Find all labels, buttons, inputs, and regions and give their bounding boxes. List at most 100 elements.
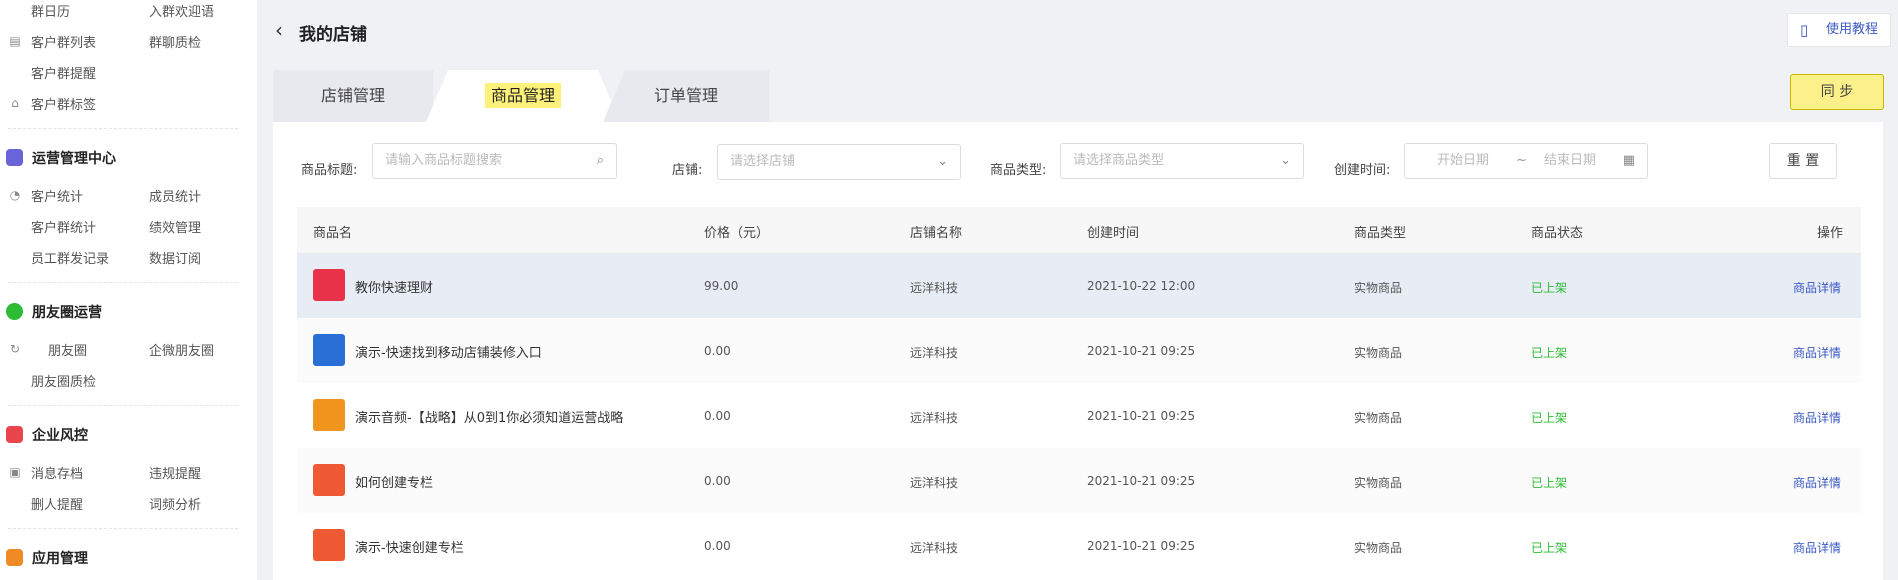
sidebar-item-group-tags[interactable]: 客户群标签 <box>31 94 96 113</box>
product-detail-link[interactable]: 商品详情 <box>1793 409 1841 426</box>
table-row[interactable]: 教你快速理财 99.00 远洋科技 2021-10-22 12:00 实物商品 已上架 商品… <box>297 253 1861 318</box>
sidebar-item-customer-stats[interactable]: 客户统计 <box>31 186 83 205</box>
tab-order-management[interactable]: 订单管理 <box>603 70 769 122</box>
product-name[interactable]: 演示-快速创建专栏 <box>355 537 464 556</box>
sidebar-item-group-reminder[interactable]: 客户群提醒 <box>31 63 96 82</box>
start-date-input[interactable]: 开始日期 <box>1437 144 1489 178</box>
sidebar-row: 员工群发记录 数据订阅 <box>0 247 257 267</box>
reset-button[interactable]: 重 置 <box>1769 143 1837 179</box>
created-time-label: 创建时间: <box>1334 163 1391 178</box>
layers-icon <box>6 549 23 566</box>
product-title-search-input[interactable]: 请输入商品标题搜索 ⌕ <box>372 143 617 179</box>
sidebar-row: ↻ 朋友圈 企微朋友圈 <box>0 339 257 359</box>
created-time: 2021-10-21 09:25 <box>1087 344 1196 358</box>
tab-label: 店铺管理 <box>320 86 385 105</box>
sidebar-item-wecom-moments[interactable]: 企微朋友圈 <box>149 340 214 359</box>
product-name[interactable]: 演示-快速找到移动店铺装修入口 <box>355 342 542 361</box>
product-thumbnail <box>313 529 345 561</box>
sidebar-item-performance[interactable]: 绩效管理 <box>149 217 201 236</box>
search-icon[interactable]: ⌕ <box>597 144 604 178</box>
product-name[interactable]: 教你快速理财 <box>355 277 433 296</box>
sidebar-section-title: 应用管理 <box>32 551 88 567</box>
back-arrow-icon[interactable]: ‹ <box>275 18 283 42</box>
sidebar-item-delete-alert[interactable]: 删人提醒 <box>31 494 83 513</box>
tutorial-label: 使用教程 <box>1826 22 1879 37</box>
sidebar-section-app-management[interactable]: 应用管理 <box>0 546 257 568</box>
col-created-time: 创建时间 <box>1087 226 1140 241</box>
sidebar-section-moments[interactable]: 朋友圈运营 <box>0 300 257 322</box>
sidebar-section-operations[interactable]: 运营管理中心 <box>0 146 257 168</box>
status-badge: 已上架 <box>1531 346 1568 360</box>
status-badge: 已上架 <box>1531 476 1568 490</box>
table-row[interactable]: 演示-快速创建专栏 0.00 远洋科技 2021-10-21 09:25 实物商品 已上架… <box>297 513 1861 578</box>
status-badge: 已上架 <box>1531 541 1568 555</box>
sidebar-section-risk-control[interactable]: 企业风控 <box>0 423 257 445</box>
placeholder: 请选择店铺 <box>730 154 796 169</box>
product-name[interactable]: 演示音频-【战略】从0到1你必须知道运营战略 <box>355 407 623 426</box>
product-type: 实物商品 <box>1354 476 1403 490</box>
sidebar-divider <box>8 282 238 283</box>
sidebar-item-welcome-message[interactable]: 入群欢迎语 <box>149 1 214 20</box>
product-detail-link[interactable]: 商品详情 <box>1793 474 1841 491</box>
page-title: 我的店铺 <box>299 25 367 45</box>
end-date-input[interactable]: 结束日期 <box>1544 144 1596 178</box>
store-name: 远洋科技 <box>910 346 959 360</box>
sidebar-item-violation-alert[interactable]: 违规提醒 <box>149 463 201 482</box>
sync-button[interactable]: 同 步 <box>1790 74 1884 110</box>
sidebar-item-broadcast-records[interactable]: 员工群发记录 <box>31 248 109 267</box>
sidebar-divider <box>8 128 238 129</box>
sidebar-item-moments-quality[interactable]: 朋友圈质检 <box>31 371 96 390</box>
sidebar-item-group-calendar[interactable]: 群日历 <box>31 1 70 20</box>
table-row[interactable]: 演示音频-【战略】从0到1你必须知道运营战略 0.00 远洋科技 2021-10-21… <box>297 383 1861 448</box>
sidebar-row: ▤ 客户群列表 群聊质检 <box>0 31 257 51</box>
product-thumbnail <box>313 334 345 366</box>
product-title-label: 商品标题: <box>301 163 358 178</box>
calendar-icon[interactable]: ▦ <box>1623 144 1635 178</box>
sidebar-item-message-archive[interactable]: 消息存档 <box>31 463 83 482</box>
tab-product-management[interactable]: 商品管理 <box>426 70 620 122</box>
tutorial-button[interactable]: ▯ 使用教程 <box>1787 13 1891 47</box>
col-actions: 操作 <box>1817 226 1844 241</box>
col-product-type: 商品类型 <box>1354 226 1407 241</box>
product-type-select[interactable]: 请选择商品类型 ⌄ <box>1060 143 1304 179</box>
tab-store-management[interactable]: 店铺管理 <box>273 70 433 122</box>
sidebar-item-group-quality[interactable]: 群聊质检 <box>149 32 201 51</box>
sidebar-row: 客户群提醒 <box>0 62 257 82</box>
sidebar-item-group-list[interactable]: 客户群列表 <box>31 32 96 51</box>
store-select[interactable]: 请选择店铺 ⌄ <box>717 144 961 180</box>
chart-icon <box>6 149 23 166</box>
tab-label: 商品管理 <box>484 83 561 108</box>
chevron-down-icon: ⌄ <box>937 154 948 169</box>
table-row[interactable]: 演示-快速找到移动店铺装修入口 0.00 远洋科技 2021-10-21 09:25 实… <box>297 318 1861 383</box>
range-separator: ~ <box>1516 153 1527 168</box>
moments-icon <box>6 303 23 320</box>
sidebar-item-member-stats[interactable]: 成员统计 <box>149 186 201 205</box>
sidebar-item-moments[interactable]: 朋友圈 <box>48 340 87 359</box>
pie-icon: ◔ <box>9 188 21 202</box>
created-time: 2021-10-22 12:00 <box>1087 279 1196 293</box>
sidebar-item-word-frequency[interactable]: 词频分析 <box>149 494 201 513</box>
product-detail-link[interactable]: 商品详情 <box>1793 539 1841 556</box>
product-detail-link[interactable]: 商品详情 <box>1793 279 1841 296</box>
product-detail-link[interactable]: 商品详情 <box>1793 344 1841 361</box>
product-type-label: 商品类型: <box>990 163 1047 178</box>
col-product-name: 商品名 <box>313 226 353 241</box>
store-name: 远洋科技 <box>910 411 959 425</box>
sidebar-item-group-stats[interactable]: 客户群统计 <box>31 217 96 236</box>
sidebar-item-data-subscription[interactable]: 数据订阅 <box>149 248 201 267</box>
date-range-picker[interactable]: 开始日期 ~ 结束日期 ▦ <box>1404 143 1648 179</box>
sidebar-row: ◔ 客户统计 成员统计 <box>0 185 257 205</box>
col-product-status: 商品状态 <box>1531 226 1584 241</box>
product-price: 0.00 <box>704 344 731 358</box>
product-price: 0.00 <box>704 539 731 553</box>
archive-icon: ▣ <box>9 465 21 479</box>
product-name[interactable]: 如何创建专栏 <box>355 472 433 491</box>
col-store-name: 店铺名称 <box>910 226 963 241</box>
created-time: 2021-10-21 09:25 <box>1087 409 1196 423</box>
page-header: ‹ 我的店铺 ▯ 使用教程 <box>257 0 1898 62</box>
sidebar-row: 群日历 入群欢迎语 <box>0 0 257 20</box>
table-row[interactable]: 如何创建专栏 0.00 远洋科技 2021-10-21 09:25 实物商品 已上架 商品详… <box>297 448 1861 513</box>
store-name: 远洋科技 <box>910 541 959 555</box>
sidebar-section-title: 运营管理中心 <box>32 151 116 167</box>
col-price: 价格（元） <box>704 226 770 241</box>
